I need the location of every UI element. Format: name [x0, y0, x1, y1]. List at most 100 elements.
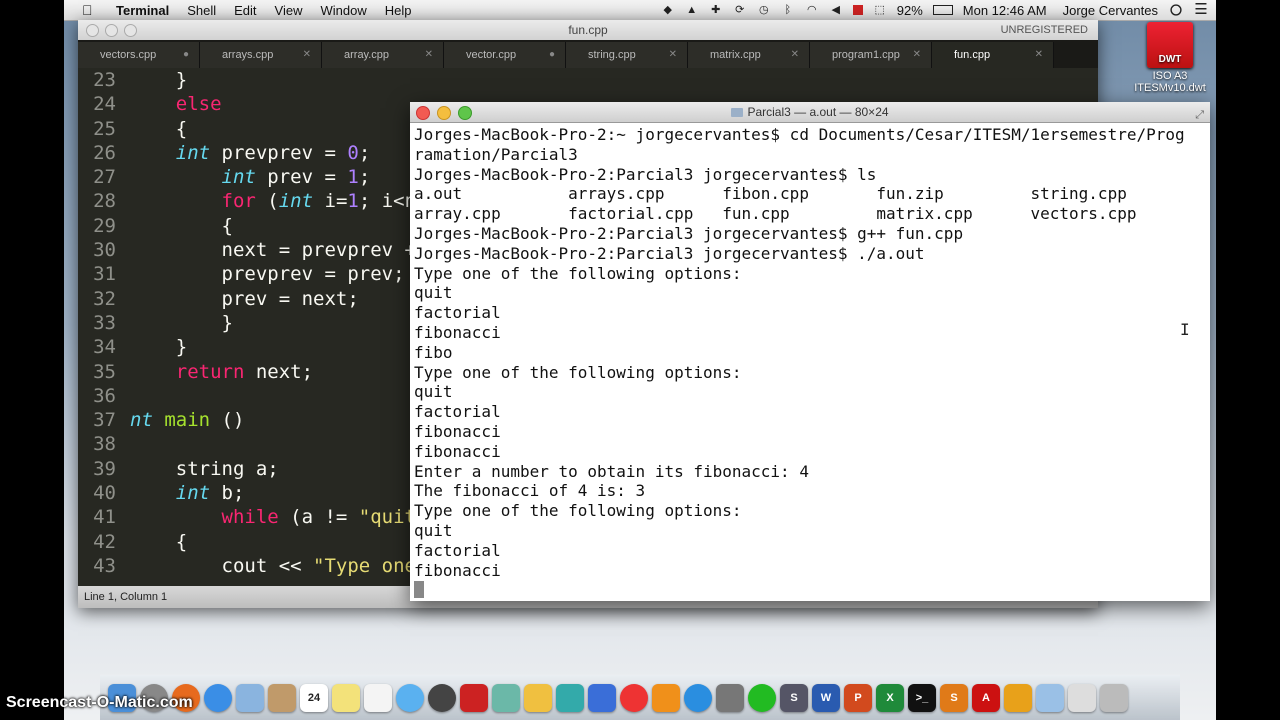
terminal-line: factorial [414, 303, 501, 323]
messages-icon[interactable] [396, 683, 424, 712]
line-number: 36 [93, 384, 116, 407]
preview-icon[interactable] [492, 683, 520, 712]
volume-icon[interactable]: ◀ [829, 4, 843, 16]
tab-label: string.cpp [588, 49, 636, 61]
puzzle-icon[interactable]: ✚ [709, 4, 723, 16]
spotlight-search-icon[interactable] [1170, 4, 1182, 16]
clock[interactable]: Mon 12:46 AM [963, 3, 1047, 18]
user-name[interactable]: Jorge Cervantes [1063, 3, 1158, 18]
tab-close-icon[interactable]: ✕ [669, 42, 677, 68]
terminal-line: factorial [414, 540, 501, 560]
line-number: 38 [93, 433, 116, 456]
app-store-icon[interactable] [684, 683, 712, 712]
numbers-icon[interactable] [556, 683, 584, 712]
keynote-icon[interactable] [588, 683, 616, 712]
menu-help[interactable]: Help [385, 3, 412, 18]
som-app-icon[interactable]: S [780, 683, 808, 712]
itunes-icon[interactable] [620, 683, 648, 712]
sublime-text-icon[interactable]: S [940, 683, 968, 712]
terminal-line: fibo [414, 342, 453, 362]
editor-minimize-icon[interactable] [105, 24, 118, 37]
fullscreen-icon[interactable]: ⤢ [1195, 105, 1204, 125]
input-source-flag-icon[interactable] [852, 5, 863, 15]
editor-zoom-icon[interactable] [124, 24, 137, 37]
terminal-line: array.cpp factorial.cpp fun.cpp matrix.c… [414, 204, 1137, 224]
downloads-stack-icon[interactable] [1068, 683, 1096, 712]
terminal-output[interactable]: Jorges-MacBook-Pro-2:~ jorgecervantes$ c… [410, 123, 1210, 600]
tab-close-icon[interactable]: ✕ [303, 42, 311, 68]
mail-icon[interactable] [236, 683, 264, 712]
powerpoint-icon[interactable]: P [844, 683, 872, 712]
line-number: 35 [93, 360, 116, 383]
word-icon[interactable]: W [812, 683, 840, 712]
terminal-title-bar[interactable]: Parcial3 — a.out — 80×24 ⤢ [410, 102, 1210, 123]
tab-label: array.cpp [344, 49, 390, 61]
menu-bar:  Terminal Shell Edit View Window Help ◆… [64, 0, 1216, 21]
facetime-icon[interactable] [428, 683, 456, 712]
user-switch-icon[interactable]: ⬚ [873, 4, 887, 16]
tab-modified-dot-icon[interactable]: ● [549, 42, 555, 68]
tab-close-icon[interactable]: ✕ [913, 42, 921, 68]
menu-app-name[interactable]: Terminal [116, 3, 169, 18]
dock: 24 S W P X >_ S A [100, 674, 1180, 720]
tab-array-cpp[interactable]: array.cpp ✕ [322, 42, 444, 68]
contacts-icon[interactable] [268, 683, 296, 712]
tab-vectors-cpp[interactable]: vectors.cpp ● [78, 42, 200, 68]
tab-string-cpp[interactable]: string.cpp ✕ [566, 42, 688, 68]
terminal-minimize-icon[interactable] [437, 106, 451, 120]
battery-percent[interactable]: 92% [897, 3, 923, 18]
desktop-file-icon[interactable]: DWT ISO A3 ITESMv10.dwt [1128, 22, 1212, 94]
tab-matrix-cpp[interactable]: matrix.cpp ✕ [688, 42, 810, 68]
spotify-icon[interactable] [748, 683, 776, 712]
tab-close-icon[interactable]: ✕ [425, 42, 433, 68]
notes-icon[interactable] [332, 683, 360, 712]
trash-icon[interactable] [1100, 683, 1128, 712]
drive-icon[interactable]: ▲ [685, 4, 699, 16]
microsoft-office-icon[interactable] [1004, 683, 1032, 712]
line-number: 32 [93, 287, 116, 310]
menu-shell[interactable]: Shell [187, 3, 216, 18]
sync-icon[interactable]: ⟳ [733, 4, 747, 16]
ibooks-icon[interactable] [652, 683, 680, 712]
tab-label: vectors.cpp [100, 49, 157, 61]
tab-program1-cpp[interactable]: program1.cpp ✕ [810, 42, 932, 68]
calendar-icon[interactable]: 24 [300, 683, 328, 712]
reminders-icon[interactable] [364, 683, 392, 712]
applications-folder-icon[interactable] [1036, 683, 1064, 712]
terminal-line: quit [414, 382, 453, 402]
tab-close-icon[interactable]: ✕ [1035, 42, 1043, 68]
minimap[interactable] [1038, 72, 1068, 102]
editor-window-controls [86, 24, 137, 37]
desktop:  Terminal Shell Edit View Window Help ◆… [64, 0, 1216, 720]
tab-close-icon[interactable]: ✕ [791, 42, 799, 68]
terminal-app-icon[interactable]: >_ [908, 683, 936, 712]
tab-arrays-cpp[interactable]: arrays.cpp ✕ [200, 42, 322, 68]
notification-center-icon[interactable]: ☰ [1194, 2, 1208, 17]
menu-view[interactable]: View [275, 3, 303, 18]
dropbox-icon[interactable]: ◆ [661, 4, 675, 16]
autocad-icon[interactable]: A [972, 683, 1000, 712]
menu-edit[interactable]: Edit [234, 3, 256, 18]
editor-title-bar[interactable]: fun.cpp UNREGISTERED [78, 20, 1098, 40]
tab-modified-dot-icon[interactable]: ● [183, 42, 189, 68]
tab-fun-cpp[interactable]: fun.cpp ✕ [932, 42, 1054, 68]
bluetooth-icon[interactable]: ᛒ [781, 4, 795, 16]
terminal-zoom-icon[interactable] [458, 106, 472, 120]
terminal-line: quit [414, 520, 453, 540]
terminal-close-icon[interactable] [416, 106, 430, 120]
wifi-icon[interactable]: ◠ [805, 4, 819, 16]
tab-label: fun.cpp [954, 49, 991, 61]
apple-menu-icon[interactable]:  [82, 2, 98, 18]
tab-vector-cpp[interactable]: vector.cpp ● [444, 42, 566, 68]
terminal-prompt-line[interactable] [414, 580, 1206, 600]
editor-close-icon[interactable] [86, 24, 99, 37]
menu-window[interactable]: Window [321, 3, 367, 18]
photo-booth-icon[interactable] [460, 683, 488, 712]
line-number: 29 [93, 214, 116, 237]
textedit-icon[interactable] [524, 683, 552, 712]
terminal-line: Type one of the following options: [414, 263, 742, 283]
excel-icon[interactable]: X [876, 683, 904, 712]
system-preferences-icon[interactable] [716, 683, 744, 712]
time-machine-icon[interactable]: ◷ [757, 4, 771, 16]
safari-icon[interactable] [204, 683, 232, 712]
